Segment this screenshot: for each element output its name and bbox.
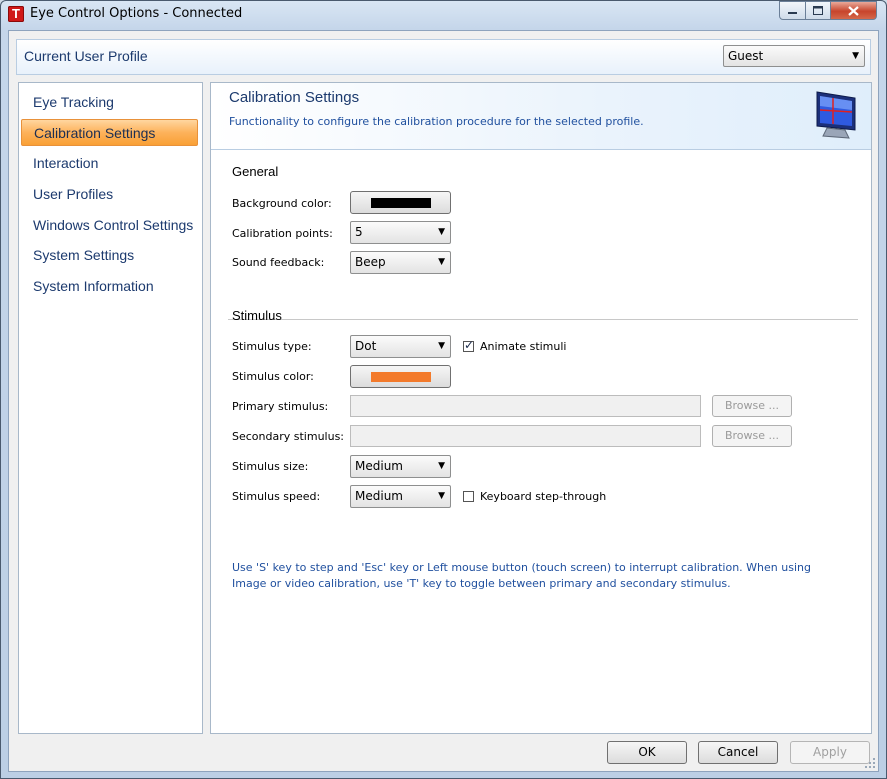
stimulus-speed-label: Stimulus speed: [232,490,321,503]
window-controls [779,1,877,20]
minimize-icon [788,11,797,14]
stimulus-section-title: Stimulus [232,308,282,323]
profile-select-value: Guest [728,49,764,63]
sidebar: Eye Tracking Calibration Settings Intera… [18,82,203,734]
chevron-down-icon: ▼ [852,51,859,61]
stimulus-speed-value: Medium [355,489,403,503]
keyboard-step-through-label[interactable]: Keyboard step-through [480,490,606,503]
stimulus-type-value: Dot [355,339,377,353]
monitor-calibration-icon [816,91,856,139]
window-title: Eye Control Options - Connected [30,6,243,21]
chevron-down-icon: ▼ [438,341,445,351]
calibration-points-label: Calibration points: [232,227,333,240]
checkmark-icon: ✓ [464,338,475,352]
stimulus-color-button[interactable] [350,365,451,388]
primary-stimulus-label: Primary stimulus: [232,400,329,413]
resize-grip-icon[interactable] [864,757,876,769]
app-logo-icon: T [8,6,24,22]
chevron-down-icon: ▼ [438,257,445,267]
secondary-stimulus-input[interactable] [350,425,701,447]
close-icon [848,5,859,16]
secondary-stimulus-label: Secondary stimulus: [232,430,345,443]
animate-stimuli-label[interactable]: Animate stimuli [480,340,567,353]
stimulus-size-label: Stimulus size: [232,460,309,473]
panel-header: Calibration Settings Functionality to co… [211,83,871,150]
sound-feedback-select[interactable]: Beep ▼ [350,251,451,274]
background-color-label: Background color: [232,197,332,210]
minimize-button[interactable] [779,1,806,20]
calibration-points-select[interactable]: 5 ▼ [350,221,451,244]
sidebar-item-calibration-settings[interactable]: Calibration Settings [21,119,198,146]
sidebar-item-user-profiles[interactable]: User Profiles [21,181,198,208]
page-description: Functionality to configure the calibrati… [229,115,644,128]
animate-stimuli-checkbox[interactable]: ✓ [463,338,475,352]
secondary-browse-button[interactable]: Browse ... [712,425,792,447]
stimulus-color-swatch [371,372,431,382]
sound-feedback-value: Beep [355,255,386,269]
close-button[interactable] [831,1,877,20]
primary-browse-button[interactable]: Browse ... [712,395,792,417]
calibration-points-value: 5 [355,225,363,239]
ok-button[interactable]: OK [607,741,687,764]
primary-stimulus-input[interactable] [350,395,701,417]
general-section-title: General [232,164,279,179]
calibration-hint-text: Use 'S' key to step and 'Esc' key or Lef… [232,561,811,590]
sidebar-item-system-settings[interactable]: System Settings [21,242,198,269]
maximize-button[interactable] [806,1,831,20]
profile-bar: Current User Profile Guest ▼ [16,39,871,75]
sidebar-item-interaction[interactable]: Interaction [21,150,198,177]
settings-panel: Calibration Settings Functionality to co… [210,82,872,734]
stimulus-size-value: Medium [355,459,403,473]
chevron-down-icon: ▼ [438,227,445,237]
window-content: Current User Profile Guest ▼ Eye Trackin… [8,30,879,772]
cancel-button[interactable]: Cancel [698,741,778,764]
chevron-down-icon: ▼ [438,461,445,471]
profile-select[interactable]: Guest ▼ [723,45,865,67]
sidebar-item-windows-control-settings[interactable]: Windows Control Settings [21,212,198,239]
chevron-down-icon: ▼ [438,491,445,501]
keyboard-step-through-checkbox[interactable]: ✓ [463,491,474,502]
profile-label: Current User Profile [24,48,148,64]
stimulus-color-label: Stimulus color: [232,370,314,383]
sidebar-item-system-information[interactable]: System Information [21,273,198,300]
background-color-swatch [371,198,431,208]
maximize-icon [813,6,823,15]
stimulus-type-label: Stimulus type: [232,340,312,353]
section-divider [228,319,858,320]
stimulus-type-select[interactable]: Dot ▼ [350,335,451,358]
sidebar-item-eye-tracking[interactable]: Eye Tracking [21,89,198,116]
title-bar: T Eye Control Options - Connected [0,0,887,30]
sound-feedback-label: Sound feedback: [232,256,325,269]
apply-button[interactable]: Apply [790,741,870,764]
stimulus-size-select[interactable]: Medium ▼ [350,455,451,478]
stimulus-speed-select[interactable]: Medium ▼ [350,485,451,508]
background-color-button[interactable] [350,191,451,214]
page-title: Calibration Settings [229,89,360,106]
